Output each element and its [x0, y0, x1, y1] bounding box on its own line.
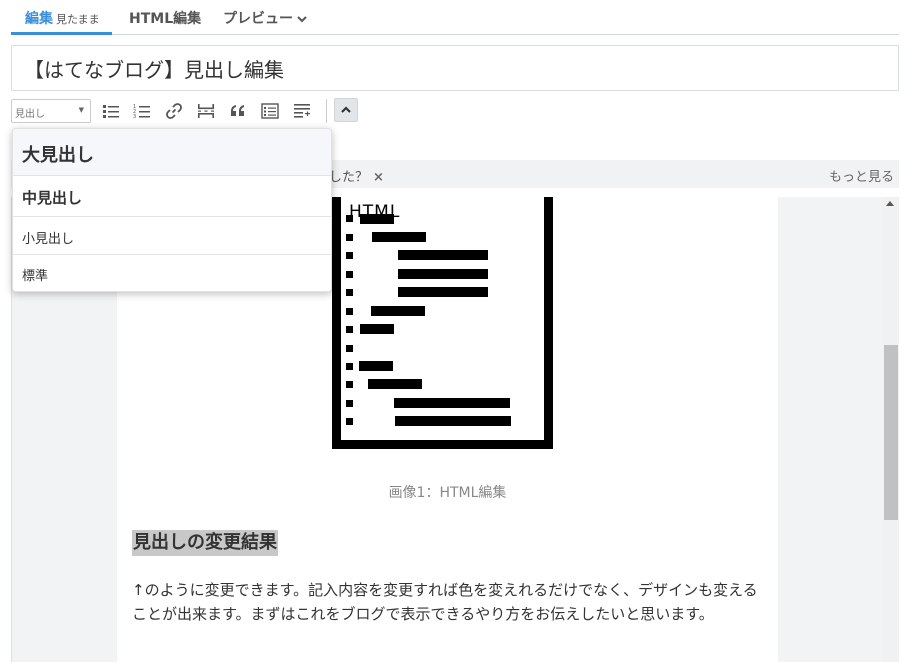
- image-bar: [395, 416, 511, 426]
- image-bar: [371, 306, 425, 316]
- ordered-list-button[interactable]: 1 2 3: [131, 100, 153, 122]
- format-select-value: 見出し: [15, 109, 45, 120]
- image-bar: [360, 214, 394, 224]
- image-bullet: [346, 308, 353, 315]
- footnote-icon: [294, 104, 310, 118]
- tab-edit-mode: 見たまま: [56, 13, 100, 26]
- image-caption: 画像1：HTML編集: [388, 485, 507, 501]
- ordered-list-icon: 1 2 3: [133, 104, 150, 120]
- image-bullet: [346, 381, 353, 388]
- menu-item-normal[interactable]: 標準: [13, 255, 331, 291]
- title-input[interactable]: [12, 46, 898, 90]
- image-bullet: [346, 418, 353, 425]
- tab-edit-label: 編集: [25, 11, 53, 27]
- image-bar: [368, 379, 422, 389]
- heading-dropdown-menu: 大見出し 中見出し 小見出し 標準: [12, 128, 332, 292]
- image-bar: [372, 232, 426, 242]
- image-bar: [398, 250, 488, 260]
- image-bullet: [346, 271, 353, 278]
- image-bullet: [346, 234, 353, 241]
- table-of-contents-button[interactable]: [259, 100, 281, 122]
- select-arrow-icon: ▼: [78, 106, 84, 114]
- link-icon: [166, 103, 182, 119]
- notification-message: した？ ×: [329, 166, 384, 185]
- image-bullet: [346, 289, 353, 296]
- image-bar: [360, 324, 394, 334]
- quote-icon: [231, 105, 244, 116]
- tab-preview[interactable]: プレビュー: [223, 8, 307, 28]
- image-bullet: [346, 252, 353, 259]
- chevron-up-icon: [341, 106, 351, 113]
- image-bullet: [346, 363, 353, 370]
- menu-item-heading-large[interactable]: 大見出し: [13, 129, 331, 176]
- scroll-up-arrow-icon[interactable]: [886, 201, 894, 206]
- read-more-icon: [198, 104, 214, 118]
- footnote-button[interactable]: [291, 100, 313, 122]
- notification-text: した？: [329, 170, 369, 185]
- unordered-list-button[interactable]: [100, 100, 122, 122]
- toolbar-divider: [326, 99, 327, 123]
- link-button[interactable]: [163, 100, 185, 122]
- more-link[interactable]: もっと見る: [829, 166, 894, 185]
- editor-scrollbar[interactable]: [883, 197, 899, 662]
- image-bullet: [346, 215, 353, 222]
- table-of-contents-icon: [261, 103, 279, 119]
- svg-text:3: 3: [133, 114, 136, 120]
- tab-html[interactable]: HTML編集: [129, 8, 201, 28]
- html-edit-image[interactable]: HTML: [332, 197, 553, 449]
- active-tab-indicator: [11, 32, 112, 35]
- image-bullet: [346, 326, 353, 333]
- editor-toolbar: 見出し ▼ 1 2 3: [11, 97, 899, 125]
- close-icon[interactable]: ×: [373, 170, 384, 185]
- title-field[interactable]: [11, 45, 899, 91]
- tab-edit[interactable]: 編集 見たまま: [25, 8, 100, 28]
- image-bullet: [346, 345, 353, 352]
- image-bar: [359, 361, 393, 371]
- editor-tabs: 編集 見たまま HTML編集 プレビュー: [11, 0, 899, 35]
- image-bar: [394, 398, 510, 408]
- image-bar: [398, 287, 488, 297]
- format-select[interactable]: 見出し ▼: [11, 99, 91, 123]
- menu-item-heading-small[interactable]: 小見出し: [13, 217, 331, 255]
- collapse-toolbar-button[interactable]: [334, 98, 358, 122]
- body-paragraph: ↑のように変更できます。記入内容を変更すれば色を変えれるだけでなく、デザインも変…: [132, 581, 758, 623]
- image-bullet: [346, 400, 353, 407]
- unordered-list-icon: [103, 105, 119, 118]
- tab-preview-label: プレビュー: [223, 11, 293, 27]
- blockquote-button[interactable]: [227, 100, 249, 122]
- scrollbar-thumb[interactable]: [884, 345, 898, 520]
- image-bar: [398, 269, 488, 279]
- menu-item-heading-medium[interactable]: 中見出し: [13, 176, 331, 217]
- chevron-down-icon: [297, 13, 307, 26]
- read-more-button[interactable]: [195, 100, 217, 122]
- section-heading: 見出しの変更結果: [132, 530, 278, 556]
